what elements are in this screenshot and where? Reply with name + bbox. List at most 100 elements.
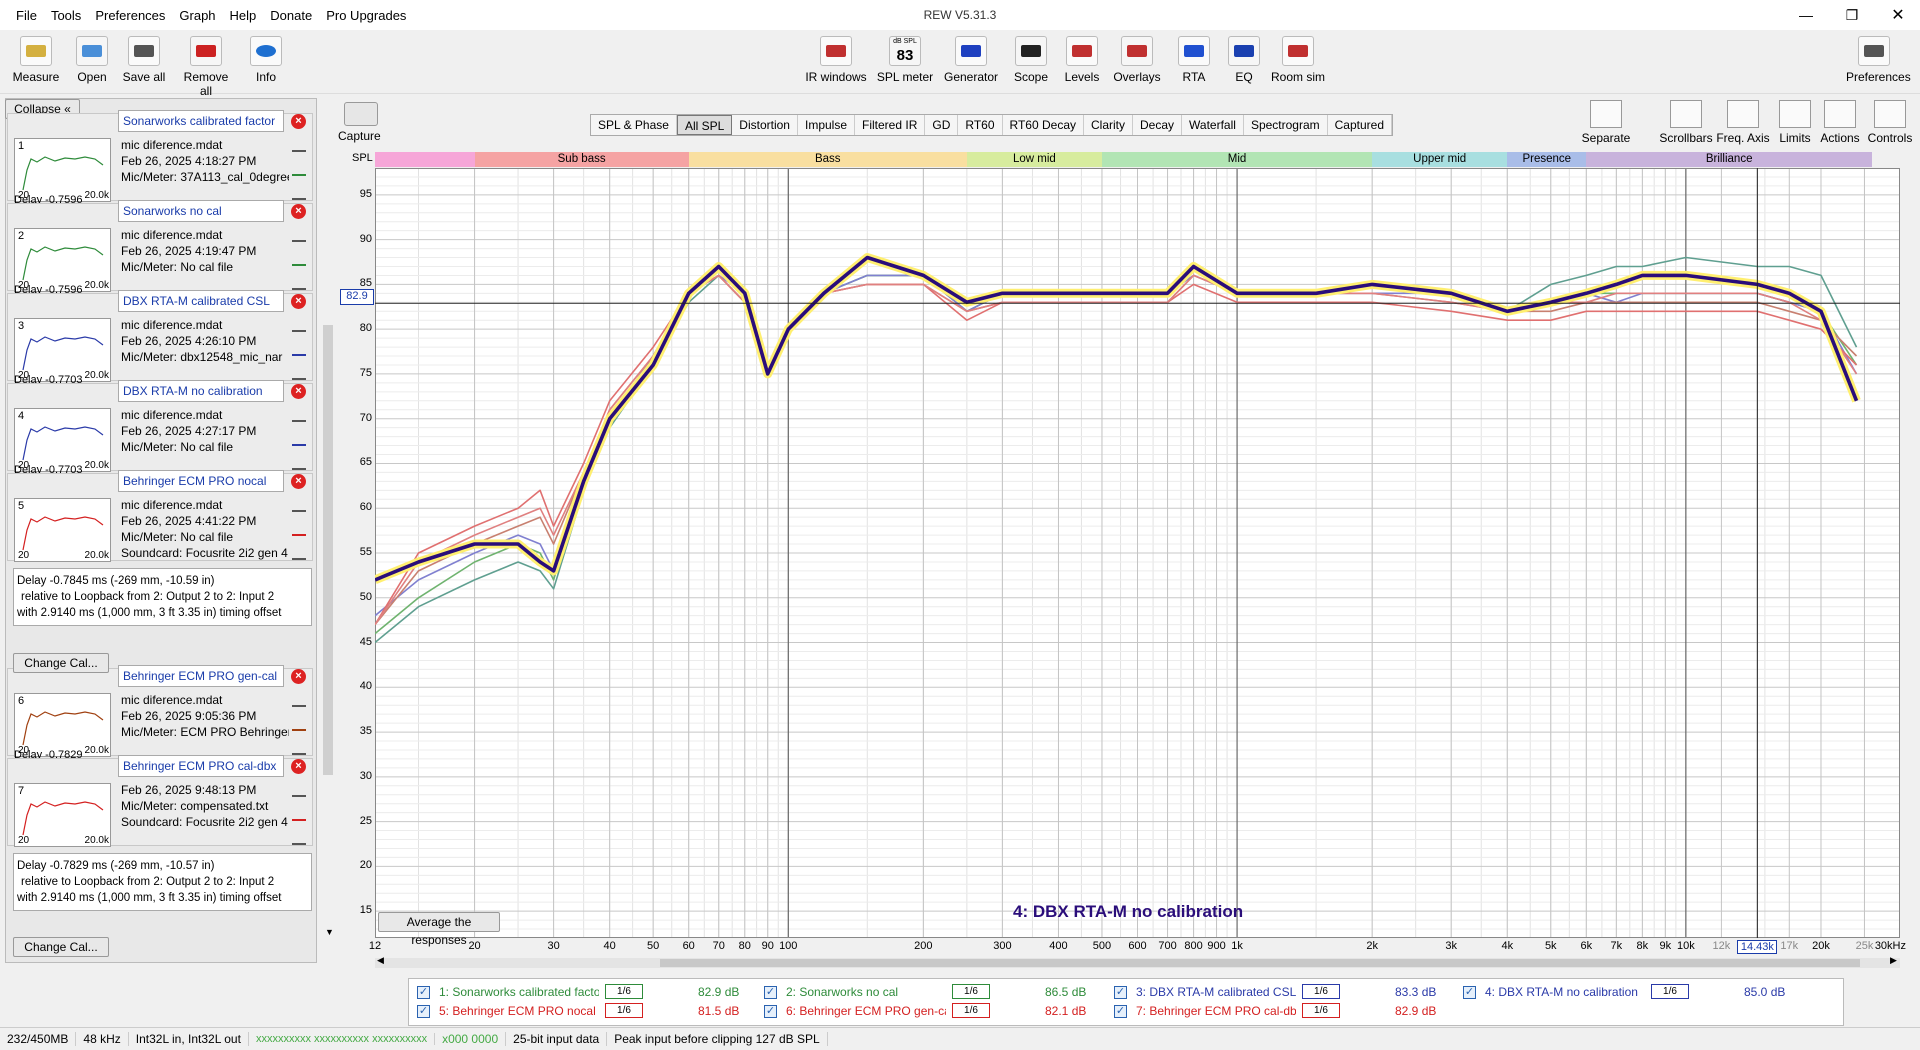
measurement-thumbnail[interactable]: 3 20 20.0k (14, 318, 111, 382)
toolbar-preferences-button[interactable]: Preferences (1846, 36, 1911, 84)
smoothing-selector-6[interactable]: 1/6 (952, 1003, 990, 1018)
legend-checkbox-1[interactable]: ✓ (417, 986, 430, 999)
measurement-name[interactable]: DBX RTA-M calibrated CSL (118, 290, 284, 312)
toolbar-overlays-button[interactable]: Overlays (1109, 36, 1165, 84)
notes-icon[interactable] (292, 186, 306, 200)
legend-checkbox-3[interactable]: ✓ (1114, 986, 1127, 999)
measurement-thumbnail[interactable]: 5 20 20.0k (14, 498, 111, 562)
file-icon[interactable] (292, 408, 306, 422)
line-style-icon[interactable] (292, 342, 306, 356)
notes-icon[interactable] (292, 366, 306, 380)
measurement-thumbnail[interactable]: 2 20 20.0k (14, 228, 111, 292)
tab-clarity[interactable]: Clarity (1084, 115, 1134, 135)
menu-preferences[interactable]: Preferences (95, 8, 165, 23)
scroll-thumb[interactable] (660, 959, 1860, 967)
line-style-icon[interactable] (292, 522, 306, 536)
remove-measurement-icon[interactable]: × (291, 474, 306, 489)
smoothing-selector-7[interactable]: 1/6 (1302, 1003, 1340, 1018)
tab-captured[interactable]: Captured (1328, 115, 1393, 135)
scroll-down-icon[interactable]: ▼ (325, 927, 334, 937)
toolbar-scope-button[interactable]: Scope (1003, 36, 1059, 84)
file-icon[interactable] (292, 783, 306, 797)
toolbar-info-button[interactable]: Info (238, 36, 294, 84)
measurement-thumbnail[interactable]: 4 20 20.0k (14, 408, 111, 472)
menu-graph[interactable]: Graph (179, 8, 215, 23)
menu-file[interactable]: File (16, 8, 37, 23)
notes-icon[interactable] (292, 741, 306, 755)
toolbar-controls-button[interactable]: Controls (1860, 100, 1920, 145)
line-style-icon[interactable] (292, 252, 306, 266)
measurement-name[interactable]: Behringer ECM PRO cal-dbx (118, 755, 284, 777)
file-icon[interactable] (292, 138, 306, 152)
measurement-card-4[interactable]: DBX RTA-M no calibration × 4 20 20.0k mic dif… (7, 380, 313, 474)
notes-icon[interactable] (292, 276, 306, 290)
toolbar-room-sim-button[interactable]: Room sim (1266, 36, 1330, 84)
notes-icon[interactable] (292, 831, 306, 845)
file-icon[interactable] (292, 693, 306, 707)
line-style-icon[interactable] (292, 717, 306, 731)
change-cal-button[interactable]: Change Cal... (13, 653, 109, 673)
tab-impulse[interactable]: Impulse (798, 115, 856, 135)
line-style-icon[interactable] (292, 432, 306, 446)
notes-icon[interactable] (292, 456, 306, 470)
tab-rt60-decay[interactable]: RT60 Decay (1003, 115, 1084, 135)
toolbar-eq-button[interactable]: EQ (1216, 36, 1272, 84)
measurement-thumbnail[interactable]: 7 20 20.0k (14, 783, 111, 847)
legend-checkbox-4[interactable]: ✓ (1463, 986, 1476, 999)
smoothing-selector-5[interactable]: 1/6 (605, 1003, 643, 1018)
notes-icon[interactable] (292, 546, 306, 560)
measurement-card-3[interactable]: DBX RTA-M calibrated CSL × 3 20 20.0k mic dif… (7, 290, 313, 384)
smoothing-selector-2[interactable]: 1/6 (952, 984, 990, 999)
toolbar-generator-button[interactable]: Generator (943, 36, 999, 84)
measurement-name[interactable]: Behringer ECM PRO gen-cal (118, 665, 284, 687)
measurement-card-1[interactable]: Sonarworks calibrated factor × 1 20 20.0k mic… (7, 110, 313, 204)
toolbar-rta-button[interactable]: RTA (1166, 36, 1222, 84)
smoothing-selector-4[interactable]: 1/6 (1651, 984, 1689, 999)
legend-checkbox-7[interactable]: ✓ (1114, 1005, 1127, 1018)
scroll-left-icon[interactable]: ◀ (377, 955, 384, 966)
average-responses-button[interactable]: Average the responses (378, 912, 500, 947)
remove-measurement-icon[interactable]: × (291, 669, 306, 684)
measurement-thumbnail[interactable]: 1 20 20.0k (14, 138, 111, 202)
spl-graph[interactable] (375, 168, 1900, 938)
tab-rt60[interactable]: RT60 (958, 115, 1003, 135)
remove-measurement-icon[interactable]: × (291, 759, 306, 774)
remove-measurement-icon[interactable]: × (291, 384, 306, 399)
legend-checkbox-6[interactable]: ✓ (764, 1005, 777, 1018)
menu-tools[interactable]: Tools (51, 8, 81, 23)
smoothing-selector-3[interactable]: 1/6 (1302, 984, 1340, 999)
tab-all-spl[interactable]: All SPL (676, 115, 733, 135)
file-icon[interactable] (292, 498, 306, 512)
measurement-thumbnail[interactable]: 6 20 20.0k (14, 693, 111, 757)
camera-icon[interactable] (344, 102, 378, 126)
remove-measurement-icon[interactable]: × (291, 114, 306, 129)
minimize-button[interactable]: — (1783, 0, 1829, 30)
tab-waterfall[interactable]: Waterfall (1182, 115, 1244, 135)
file-icon[interactable] (292, 318, 306, 332)
measurement-name[interactable]: Sonarworks calibrated factor (118, 110, 284, 132)
toolbar-remove-all-button[interactable]: Remove all (178, 36, 234, 98)
toolbar-scrollbars-button[interactable]: Scrollbars (1656, 100, 1716, 145)
measurement-name[interactable]: Behringer ECM PRO nocal (118, 470, 284, 492)
capture-label[interactable]: Capture (338, 129, 381, 143)
sidebar-scrollbar[interactable] (323, 325, 333, 775)
toolbar-spl-meter-button[interactable]: 83 dB SPL SPL meter (873, 36, 937, 84)
tab-spl-phase[interactable]: SPL & Phase (591, 115, 677, 135)
change-cal-button[interactable]: Change Cal... (13, 937, 109, 957)
toolbar-freq-axis-button[interactable]: Freq. Axis (1713, 100, 1773, 145)
file-icon[interactable] (292, 228, 306, 242)
measurement-card-6[interactable]: Behringer ECM PRO gen-cal × 6 20 20.0k mic di… (7, 665, 313, 759)
toolbar-measure-button[interactable]: Measure (8, 36, 64, 84)
remove-measurement-icon[interactable]: × (291, 204, 306, 219)
measurement-name[interactable]: DBX RTA-M no calibration (118, 380, 284, 402)
toolbar-levels-button[interactable]: Levels (1054, 36, 1110, 84)
toolbar-separate-button[interactable]: Separate (1576, 100, 1636, 145)
menu-donate[interactable]: Donate (270, 8, 312, 23)
measurement-card-2[interactable]: Sonarworks no cal × 2 20 20.0k mic diference.… (7, 200, 313, 294)
menu-pro-upgrades[interactable]: Pro Upgrades (326, 8, 406, 23)
measurement-card-7[interactable]: Behringer ECM PRO cal-dbx × 7 20 20.0k Feb 26… (7, 755, 313, 847)
menu-help[interactable]: Help (230, 8, 257, 23)
remove-measurement-icon[interactable]: × (291, 294, 306, 309)
close-window-button[interactable]: ✕ (1875, 0, 1920, 30)
tab-spectrogram[interactable]: Spectrogram (1244, 115, 1328, 135)
